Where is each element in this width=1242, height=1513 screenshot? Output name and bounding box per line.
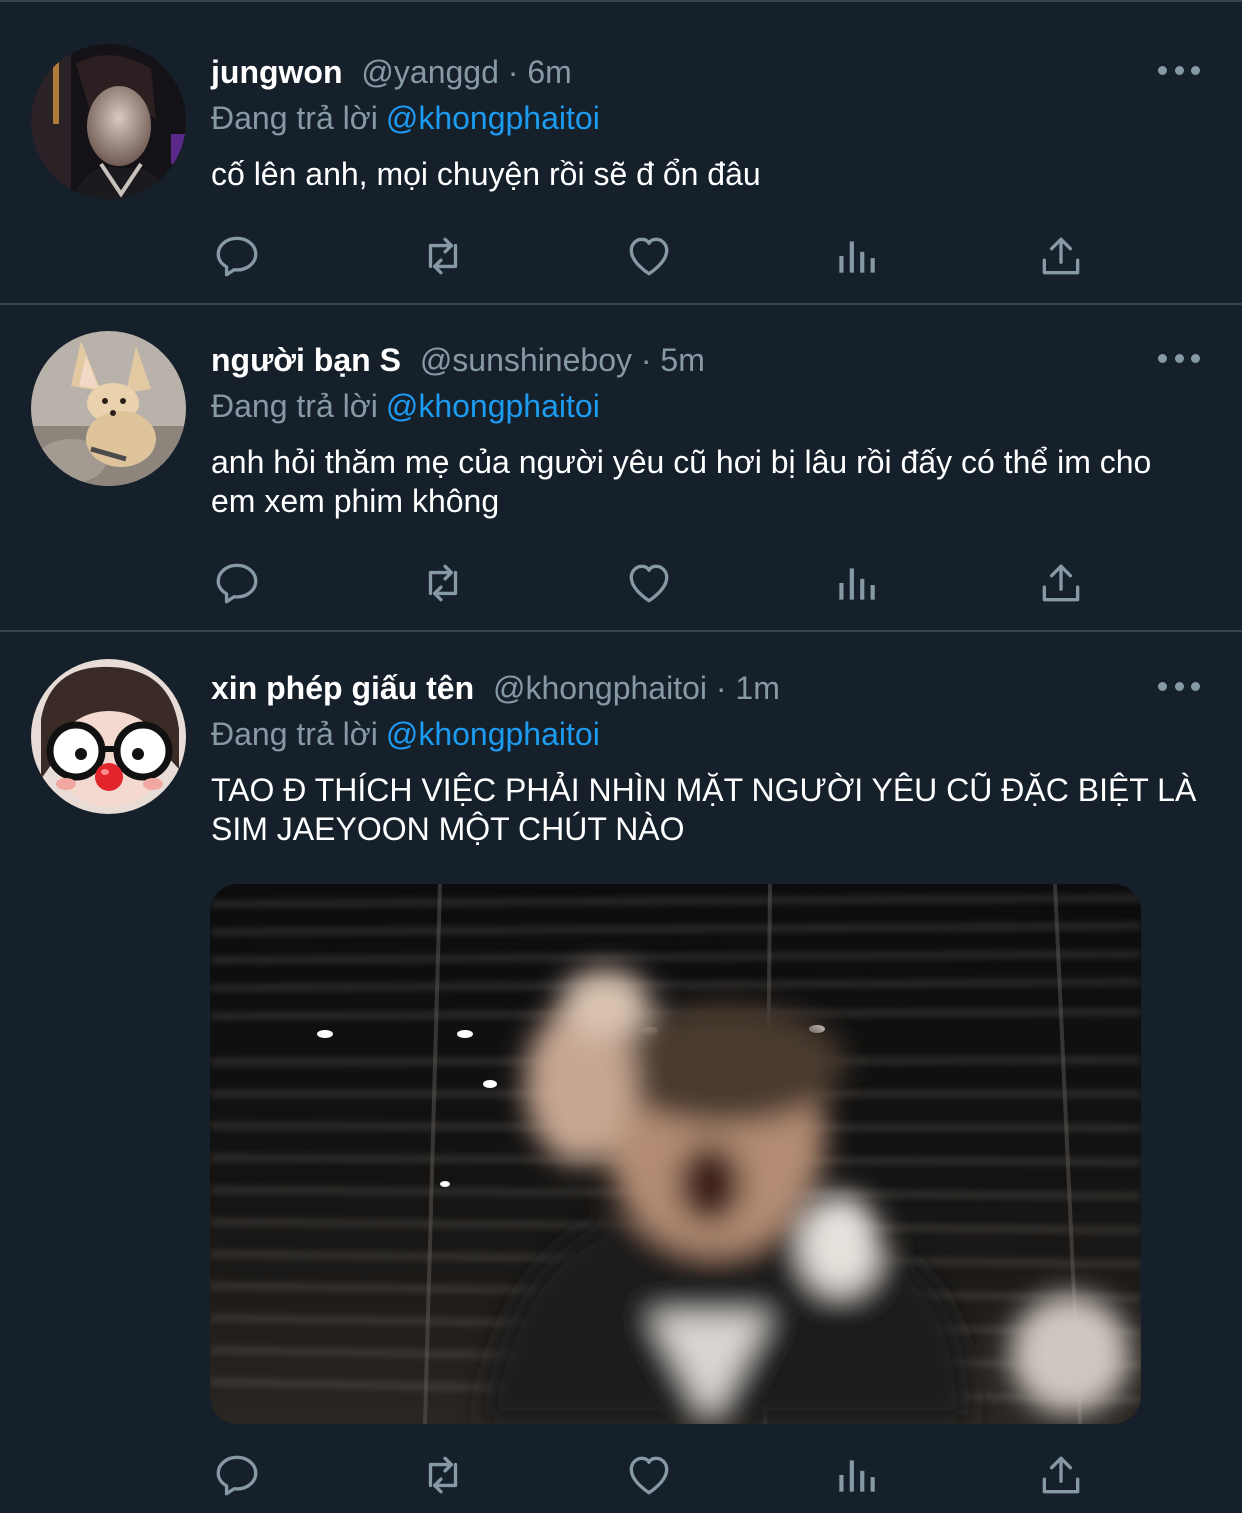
more-dots-icon[interactable] [1158, 346, 1200, 370]
tweet-divider [0, 630, 1242, 632]
tweet-text: TAO Đ THÍCH VIỆC PHẢI NHÌN MẶT NGƯỜI YÊU… [211, 772, 1197, 847]
share-icon[interactable] [1031, 226, 1091, 286]
tweet-reply[interactable]: người bạn S @sunshineboy · 5m Đang trả l… [0, 307, 1242, 631]
mention-link[interactable]: @khongphaitoi [386, 388, 600, 424]
replying-to: Đang trả lời @khongphaitoi [211, 386, 600, 426]
avatar[interactable] [31, 331, 186, 486]
retweet-icon[interactable] [413, 553, 473, 613]
mention-link[interactable]: @khongphaitoi [386, 100, 600, 136]
user-handle[interactable]: @yanggd [361, 54, 498, 90]
tweet-reply[interactable]: jungwon @yanggd · 6m Đang trả lời @khongp… [0, 0, 1242, 305]
replying-to: Đang trả lời @khongphaitoi [211, 714, 600, 754]
replying-to-label: Đang trả lời [211, 716, 378, 752]
tweet-reply[interactable]: xin phép giấu tên @khongphaitoi · 1m Đan… [0, 633, 1242, 1513]
more-dots-icon[interactable] [1158, 58, 1200, 82]
analytics-icon[interactable] [826, 226, 886, 286]
user-handle[interactable]: @khongphaitoi [493, 670, 707, 706]
reply-icon[interactable] [207, 226, 267, 286]
replying-to: Đang trả lời @khongphaitoi [211, 98, 600, 138]
like-heart-icon[interactable] [619, 553, 679, 613]
analytics-icon[interactable] [826, 553, 886, 613]
avatar[interactable] [31, 44, 186, 199]
timestamp[interactable]: · 5m [641, 342, 705, 378]
avatar[interactable] [31, 659, 186, 814]
like-heart-icon[interactable] [619, 226, 679, 286]
share-icon[interactable] [1031, 553, 1091, 613]
mention-link[interactable]: @khongphaitoi [386, 716, 600, 752]
reply-feed: jungwon @yanggd · 6m Đang trả lời @khongp… [0, 0, 1242, 1513]
tweet-text: cố lên anh, mọi chuyện rồi sẽ đ ổn đâu [211, 156, 761, 192]
tweet-media-image[interactable] [210, 884, 1141, 1424]
display-name[interactable]: xin phép giấu tên [211, 670, 474, 706]
timestamp[interactable]: · 6m [508, 54, 572, 90]
tweet-header: xin phép giấu tên @khongphaitoi · 1m [211, 668, 780, 708]
display-name[interactable]: jungwon [211, 54, 343, 90]
share-icon[interactable] [1031, 1445, 1091, 1505]
action-bar [0, 226, 1242, 286]
retweet-icon[interactable] [413, 226, 473, 286]
replying-to-label: Đang trả lời [211, 100, 378, 136]
action-bar [0, 553, 1242, 613]
tweet-text: anh hỏi thăm mẹ của người yêu cũ hơi bị … [211, 444, 1152, 519]
like-heart-icon[interactable] [619, 1445, 679, 1505]
action-bar [0, 1445, 1242, 1505]
retweet-icon[interactable] [413, 1445, 473, 1505]
tweet-header: jungwon @yanggd · 6m [211, 52, 572, 92]
analytics-icon[interactable] [826, 1445, 886, 1505]
display-name[interactable]: người bạn S [211, 342, 401, 378]
timestamp[interactable]: · 1m [716, 670, 780, 706]
more-dots-icon[interactable] [1158, 674, 1200, 698]
replying-to-label: Đang trả lời [211, 388, 378, 424]
tweet-divider [0, 303, 1242, 305]
user-handle[interactable]: @sunshineboy [420, 342, 632, 378]
tweet-header: người bạn S @sunshineboy · 5m [211, 340, 705, 380]
reply-icon[interactable] [207, 1445, 267, 1505]
reply-icon[interactable] [207, 553, 267, 613]
